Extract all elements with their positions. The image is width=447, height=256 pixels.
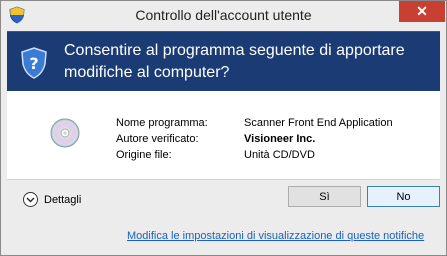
banner-line-2: modifiche al computer?: [64, 64, 230, 81]
question-banner: ? Consentire al programma seguente di ap…: [7, 31, 440, 92]
title-bar: Controllo dell'account utente ✕: [1, 1, 446, 31]
banner-question: Consentire al programma seguente di appo…: [64, 40, 424, 84]
close-button[interactable]: ✕: [399, 1, 445, 22]
origin-value: Unità CD/DVD: [244, 149, 315, 161]
yes-button[interactable]: Sì: [288, 186, 361, 207]
publisher-label: Autore verificato:: [116, 133, 199, 145]
window-title: Controllo dell'account utente: [135, 7, 312, 23]
origin-label: Origine file:: [116, 149, 172, 161]
change-notification-settings-link[interactable]: Modifica le impostazioni di visualizzazi…: [127, 230, 424, 242]
help-shield-icon: ?: [20, 47, 48, 79]
svg-text:?: ?: [29, 54, 38, 73]
publisher-value: Visioneer Inc.: [244, 133, 316, 145]
divider: [7, 179, 440, 180]
program-details-panel: Nome programma: Autore verificato: Origi…: [7, 91, 440, 179]
details-label: Dettagli: [44, 193, 82, 206]
no-button[interactable]: No: [367, 186, 440, 207]
cd-dvd-icon: [49, 117, 81, 149]
banner-line-1: Consentire al programma seguente di appo…: [64, 42, 405, 59]
program-name-label: Nome programma:: [116, 117, 208, 129]
show-details-toggle[interactable]: Dettagli: [23, 192, 81, 207]
details-values: Scanner Front End Application Visioneer …: [244, 115, 393, 163]
program-name-value: Scanner Front End Application: [244, 117, 393, 129]
chevron-down-icon: [23, 192, 38, 207]
uac-dialog: Controllo dell'account utente ✕ ? Consen…: [0, 0, 447, 256]
details-labels: Nome programma: Autore verificato: Origi…: [116, 115, 208, 163]
